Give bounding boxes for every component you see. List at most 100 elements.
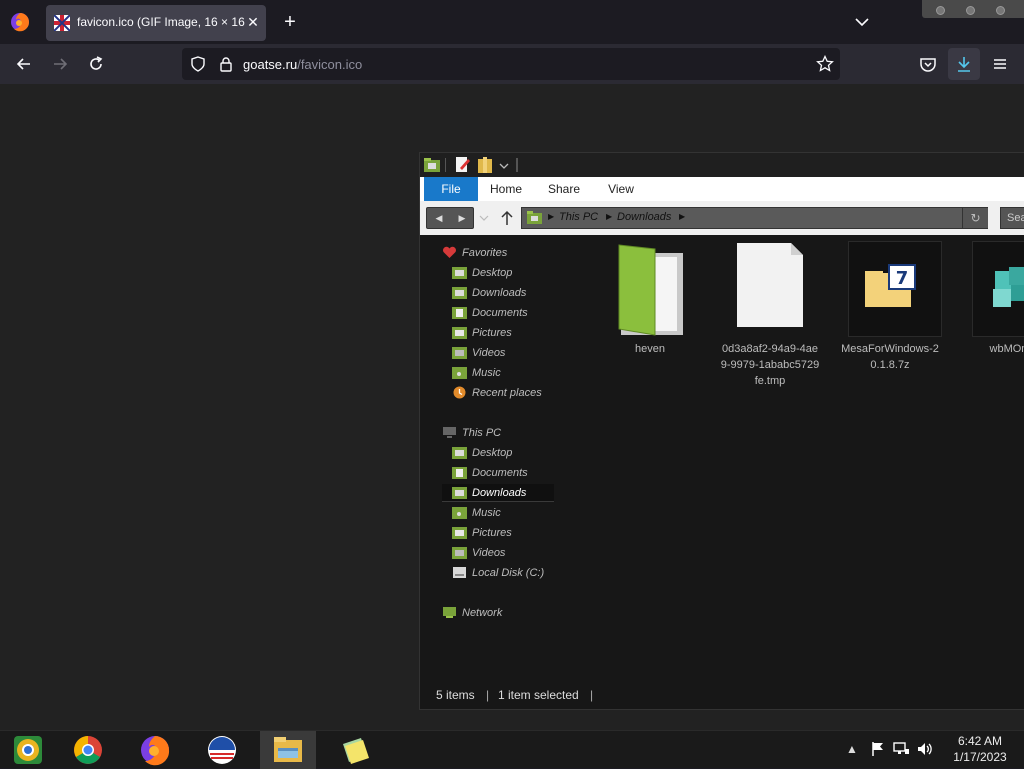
nav-item-pc-pictures[interactable]: Pictures [452,524,562,542]
pocket-icon[interactable] [918,54,938,74]
address-bar[interactable]: ▶ This PC ▶ Downloads ▶ [521,207,988,229]
file-item[interactable]: 7 MesaForWindows-20.1.8.7z [840,241,942,383]
pictures-folder-icon [452,527,467,539]
action-center-flag-icon[interactable] [868,739,888,759]
taskbar-firefox[interactable] [127,731,183,769]
nav-label: Local Disk (C:) [472,567,545,579]
volume-icon[interactable] [915,739,935,759]
nav-item-desktop[interactable]: Desktop [452,264,562,282]
customize-toolbar-icon[interactable] [499,161,509,171]
url-domain: goatse.ru [243,57,298,72]
nav-item-pc-documents[interactable]: Documents [452,464,562,482]
network-status-icon[interactable] [891,739,911,759]
desktop-folder-icon [452,447,467,459]
quick-access-toolbar [420,153,1024,177]
lock-icon[interactable] [218,56,234,72]
selection-count: 1 item selected [498,688,579,702]
tracking-shield-icon[interactable] [190,56,206,72]
tab-close-icon[interactable]: ✕ [244,13,262,31]
back-arrow-icon[interactable] [14,54,34,74]
chrome-icon [74,736,102,764]
ribbon-tab-home[interactable]: Home [486,177,526,201]
ribbon-tab-view[interactable]: View [602,177,640,201]
url-bar[interactable]: goatse.ru/favicon.ico [182,48,840,80]
nav-item-pc-downloads-selected[interactable]: Downloads [442,484,554,502]
taskbar-file-explorer[interactable] [260,731,316,769]
file-item[interactable]: 0d3a8af2-94a9-4ae9-9979-1ababc5729fe.tmp [720,243,820,387]
nav-this-pc[interactable]: This PC [442,424,562,442]
refresh-icon[interactable]: ↻ [962,208,988,228]
nav-item-pc-videos[interactable]: Videos [452,544,562,562]
search-input[interactable]: Sea [1000,207,1024,229]
blank-file-icon [737,243,803,327]
downloads-folder-icon [452,287,467,299]
folder-icon [618,244,683,336]
show-hidden-icons-icon[interactable]: ▲ [842,739,862,759]
nav-label: Videos [472,547,506,559]
bookmark-star-icon[interactable] [816,55,834,73]
nav-item-local-disk[interactable]: Local Disk (C:) [452,564,562,582]
taskbar-chrome[interactable] [60,731,116,769]
explorer-folder-icon[interactable] [424,158,440,172]
nav-item-documents[interactable]: Documents [452,304,562,322]
crumb-downloads[interactable]: Downloads [617,211,671,223]
forward-arrow-icon[interactable] [50,54,70,74]
status-bar: 5 items | 1 item selected | [420,683,1024,707]
taskbar-clock[interactable]: 6:42 AM 1/17/2023 [940,733,1020,765]
file-explorer-icon [274,737,302,762]
file-item[interactable]: heven [600,243,700,383]
network-icon [443,607,456,618]
taskbar-obama[interactable] [194,731,250,769]
nav-item-pictures[interactable]: Pictures [452,324,562,342]
taskbar-sticky-notes[interactable] [327,731,383,769]
window-controls [922,0,1024,18]
maximize-icon[interactable] [966,6,975,15]
new-folder-icon[interactable] [478,157,492,173]
reload-icon[interactable] [86,54,106,74]
back-button-icon[interactable]: ◀ [428,210,450,226]
hamburger-menu-icon[interactable] [990,54,1010,74]
nav-item-videos[interactable]: Videos [452,344,562,362]
minimize-icon[interactable] [936,6,945,15]
up-arrow-icon[interactable] [500,210,514,226]
file-item[interactable]: wbMOm [960,241,1024,383]
nav-label: Recent places [472,387,542,399]
nav-favorites[interactable]: Favorites [442,244,562,262]
tab-favicon[interactable]: favicon.ico (GIF Image, 16 × 16 p ✕ [46,5,266,41]
new-tab-icon[interactable]: + [280,12,300,32]
nav-item-downloads[interactable]: Downloads [452,284,562,302]
url-text[interactable]: goatse.ru/favicon.ico [243,57,362,72]
browser-tab-bar: favicon.ico (GIF Image, 16 × 16 p ✕ + [0,0,1024,44]
firefox-icon [141,736,170,766]
crumb-separator-icon: ▶ [679,212,686,221]
nav-item-pc-music[interactable]: Music [452,504,562,522]
file-name: wbMOm [989,343,1024,355]
ribbon-tab-share[interactable]: Share [544,177,584,201]
recent-locations-icon[interactable] [478,213,490,223]
nav-label: Documents [472,307,528,319]
crumb-separator-icon: ▶ [548,212,555,221]
file-name: MesaForWindows-20.1.8.7z [841,343,939,371]
desktop-folder-icon [452,267,467,279]
ribbon-tab-file[interactable]: File [424,177,478,201]
close-window-icon[interactable] [996,6,1005,15]
ribbon-tabs: File Home Share View [420,177,1024,201]
nav-item-recent-places[interactable]: Recent places [452,384,562,402]
crumb-this-pc[interactable]: This PC [559,211,598,223]
nav-label: Music [472,507,501,519]
properties-icon[interactable] [456,157,470,173]
firefox-menu-icon[interactable] [10,12,30,32]
crumb-separator-icon: ▶ [606,212,613,221]
tab-title: favicon.ico (GIF Image, 16 × 16 p [77,15,245,29]
clock-time: 6:42 AM [957,734,1003,748]
chevron-down-icon[interactable] [852,12,872,32]
7zip-archive-icon: 7 [865,264,916,307]
nav-item-pc-desktop[interactable]: Desktop [452,444,562,462]
sticky-notes-icon [343,738,369,764]
file-list: heven 0d3a8af2-94a9-4ae9-9979-1ababc5729… [570,235,1024,675]
nav-network[interactable]: Network [442,604,562,622]
downloads-button[interactable] [948,48,980,80]
nav-item-music[interactable]: Music [452,364,562,382]
forward-button-icon[interactable]: ▶ [451,210,473,226]
taskbar-chrome-canary[interactable] [0,731,56,769]
